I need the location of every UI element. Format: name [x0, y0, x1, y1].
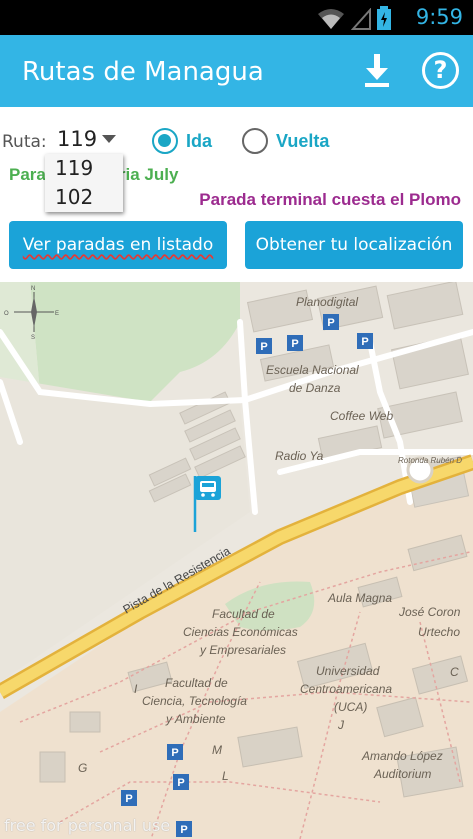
parking-icon-label: P	[291, 338, 298, 350]
map-label: y Empresariales	[199, 643, 286, 657]
parking-icon-label: P	[361, 336, 368, 348]
parking-icon-label: P	[180, 824, 187, 836]
map-label: C	[450, 665, 459, 679]
compass-label: O	[4, 311, 9, 317]
wifi-icon	[318, 9, 344, 29]
chevron-down-icon[interactable]	[102, 135, 116, 143]
map-label: Auditorium	[373, 767, 431, 781]
map-label: Coffee Web	[330, 409, 393, 423]
map-label: Escuela Nacional	[266, 363, 359, 377]
radio-vuelta[interactable]	[242, 128, 268, 154]
map-label: Planodigital	[296, 295, 358, 309]
watermark: free for personal use	[4, 816, 171, 835]
map-label: Centroamericana	[300, 682, 392, 696]
ruta-dropdown: 119 102	[45, 154, 123, 212]
help-button[interactable]: ?	[422, 52, 459, 89]
ruta-label: Ruta:	[2, 132, 47, 152]
map-label: G	[78, 761, 87, 775]
stop-terminal-label: Parada terminal cuesta el Plomo	[199, 190, 461, 209]
ruta-spinner[interactable]: 119	[57, 127, 97, 151]
map-view[interactable]: Planodigital Escuela Nacional de Danza C…	[0, 282, 473, 839]
status-bar: 9:59	[0, 0, 473, 35]
map-label: (UCA)	[334, 700, 367, 714]
status-icons	[317, 6, 391, 30]
battery-charging-icon	[377, 6, 391, 30]
dropdown-option[interactable]: 119	[45, 154, 123, 183]
map-label: M	[212, 743, 222, 757]
signal-icon	[351, 8, 371, 30]
map-label: Ciencia, Tecnología	[142, 694, 247, 708]
map-label: Urtecho	[418, 625, 460, 639]
app-title: Rutas de Managua	[22, 57, 264, 87]
compass-label: E	[55, 311, 59, 317]
stop-origin-head: Para	[9, 165, 46, 184]
map-label: Rotonda Rubén D	[398, 456, 462, 465]
list-stops-button[interactable]: Ver paradas en listado	[9, 221, 227, 269]
map-label: J	[337, 718, 345, 732]
compass-label: N	[31, 286, 35, 292]
radio-ida[interactable]	[152, 128, 178, 154]
dropdown-option[interactable]: 102	[45, 183, 123, 212]
compass-label: S	[31, 335, 35, 341]
radio-vuelta-label[interactable]: Vuelta	[276, 131, 329, 152]
map-label: Facultad de	[165, 676, 228, 690]
park-area	[30, 282, 240, 402]
clock: 9:59	[415, 5, 463, 29]
parking-icon-label: P	[260, 341, 267, 353]
parking-icon-label: P	[171, 747, 178, 759]
parking-icon-label: P	[177, 777, 184, 789]
map-label: Universidad	[316, 664, 380, 678]
radio-ida-label[interactable]: Ida	[186, 131, 212, 152]
download-icon[interactable]	[363, 52, 391, 88]
get-location-button[interactable]: Obtener tu localización	[245, 221, 463, 269]
map-label: Ciencias Económicas	[183, 625, 298, 639]
map-label: Aula Magna	[327, 591, 392, 605]
parking-icon-label: P	[125, 793, 132, 805]
map-label: José Coron	[398, 605, 461, 619]
map-label: y Ambiente	[165, 712, 226, 726]
map-label: Facultad de	[212, 607, 275, 621]
list-stops-button-label: Ver paradas en listado	[22, 235, 214, 255]
stop-origin-tail: ria July	[118, 165, 179, 184]
map-label: L	[222, 769, 229, 783]
parking-icon-label: P	[327, 317, 334, 329]
map-label: Amando López	[361, 749, 443, 763]
route-controls: Ruta: 119 119 102 Ida Vuelta Para ria Jul…	[0, 107, 473, 282]
map-label: de Danza	[289, 381, 341, 395]
action-bar: Rutas de Managua ?	[0, 35, 473, 107]
map-canvas: Planodigital Escuela Nacional de Danza C…	[0, 282, 473, 839]
map-label: Radio Ya	[275, 449, 324, 463]
